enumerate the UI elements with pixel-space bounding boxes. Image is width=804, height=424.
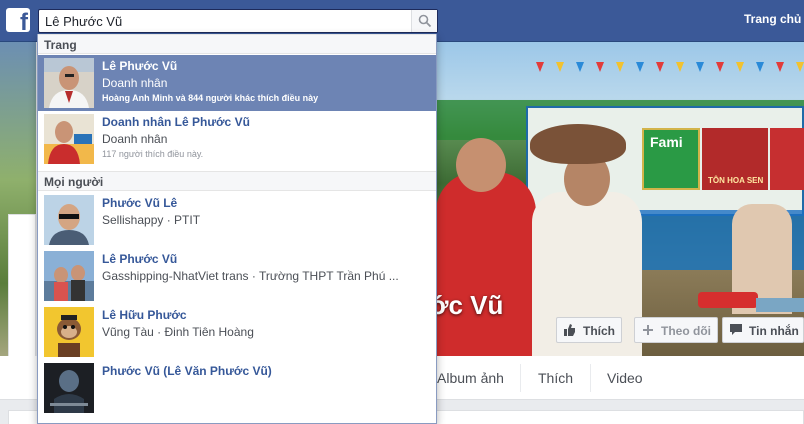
person-avatar [44,251,94,301]
follow-button-label: Theo dõi [661,324,711,338]
message-button[interactable]: Tin nhắn [722,317,804,343]
person-red-shirt [436,172,536,356]
result-name: Doanh nhân Lê Phước Vũ [102,115,250,129]
tonhoasen-sign: TÔN HOA SEN [702,128,768,190]
page-avatar [44,114,94,164]
table [756,298,804,312]
search-input[interactable] [45,12,407,30]
facebook-logo-icon[interactable]: f [6,8,30,32]
search-icon [418,14,432,28]
message-button-label: Tin nhắn [749,324,799,338]
facebook-logo-letter: f [20,9,28,33]
result-name: Lê Phước Vũ [102,59,178,73]
result-subtitle: Gasshipping-NhatViet trans · Trường THPT… [102,269,399,283]
tab-photos[interactable]: Album ảnh [437,370,504,386]
profile-name-overlay: ớc Vũ [430,290,504,320]
nav-divider [590,364,591,392]
result-page[interactable]: Doanh nhân Lê Phước Vũ Doanh nhân 117 ng… [38,111,436,167]
person-red-shirt-head [456,138,506,192]
result-person[interactable]: Lê Phước Vũ Gasshipping-NhatViet trans ·… [38,248,436,304]
search-typeahead-dropdown: Trang Lê Phước Vũ Doanh nhân Hoàng Anh M… [37,34,437,424]
tonhoasen-sign-text: TÔN HOA SEN [708,176,764,185]
fami-sign: Fami [642,128,700,190]
result-meta: 117 người thích điều này. [102,149,204,159]
result-subtitle: Sellishappy · PTIT [102,213,201,227]
result-name: Lê Hữu Phước [102,308,187,322]
result-name: Lê Phước Vũ [102,252,178,266]
result-person[interactable]: Phước Vũ Lê Sellishappy · PTIT [38,192,436,248]
home-link[interactable]: Trang chủ [744,12,801,26]
result-subtitle: Doanh nhân [102,76,168,90]
red-basin [698,292,758,308]
result-meta: Hoàng Anh Minh và 844 người khác thích đ… [102,93,319,103]
follow-button[interactable]: Theo dõi [634,317,718,343]
search-button[interactable] [411,10,437,32]
bunting-flags [536,62,804,72]
result-person[interactable]: Phước Vũ (Lê Văn Phước Vũ) [38,360,436,416]
person-avatar [44,363,94,413]
section-header-pages: Trang [38,34,436,54]
search-box[interactable] [38,9,438,33]
tab-likes[interactable]: Thích [538,370,573,386]
message-icon [730,324,742,335]
result-person[interactable]: Lê Hữu Phước Vũng Tàu · Đinh Tiên Hoàng [38,304,436,360]
page-avatar [44,58,94,108]
result-subtitle: Vũng Tàu · Đinh Tiên Hoàng [102,325,254,339]
fami-sign-text: Fami [650,134,683,150]
tab-videos[interactable]: Video [607,370,643,386]
nav-divider [520,364,521,392]
person-avatar [44,195,94,245]
plus-icon [643,325,653,335]
result-name: Phước Vũ (Lê Văn Phước Vũ) [102,364,272,378]
result-page[interactable]: Lê Phước Vũ Doanh nhân Hoàng Anh Minh và… [38,55,436,111]
result-name: Phước Vũ Lê [102,196,178,210]
like-button-label: Thích [583,324,615,338]
cowboy-hat [530,124,626,164]
like-button[interactable]: Thích [556,317,622,343]
person-avatar [44,307,94,357]
result-subtitle: Doanh nhân [102,132,168,146]
section-header-people: Mọi người [38,171,436,191]
thumbs-up-icon [564,324,575,336]
red-sign [770,128,804,190]
